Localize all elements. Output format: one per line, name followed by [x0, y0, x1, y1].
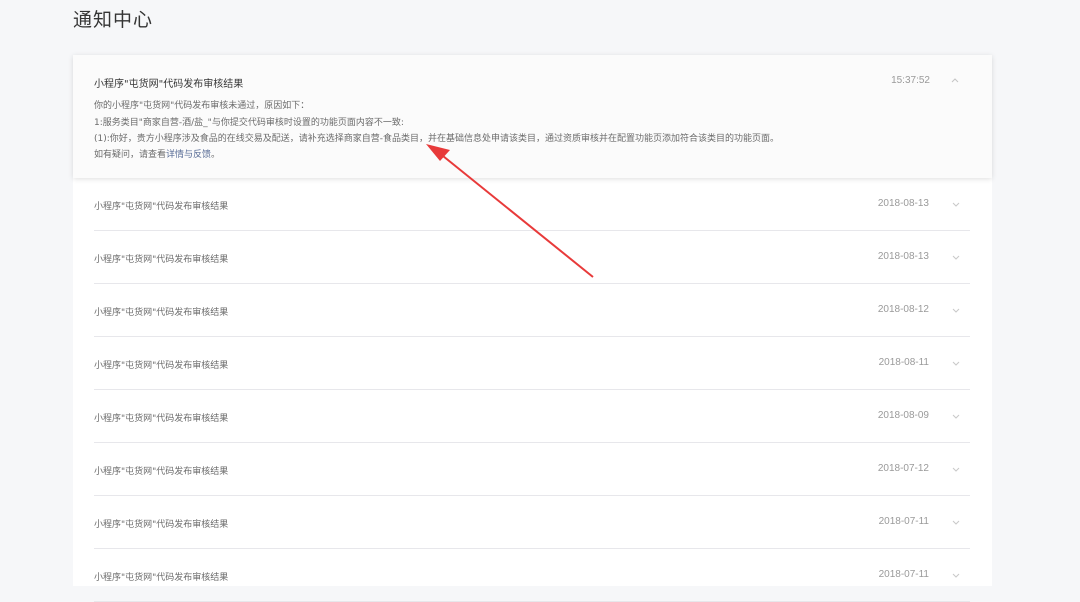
notification-list: 小程序"屯货网"代码发布审核结果 15:37:52 你的小程序"屯货网"代码发布…: [73, 55, 992, 602]
notification-item-expanded[interactable]: 小程序"屯货网"代码发布审核结果 15:37:52 你的小程序"屯货网"代码发布…: [73, 55, 992, 178]
notification-row-title: 小程序"屯货网"代码发布审核结果: [94, 467, 229, 477]
notification-body-line: 1:服务类目"商家自营-酒/盐_"与你提交代码审核时设置的功能页面内容不一致:: [94, 118, 404, 128]
chevron-down-icon[interactable]: [952, 202, 960, 208]
notification-body-line: 你的小程序"屯货网"代码发布审核未通过，原因如下：: [94, 101, 310, 111]
chevron-down-icon[interactable]: [952, 520, 960, 526]
notification-row-title: 小程序"屯货网"代码发布审核结果: [94, 414, 229, 424]
notification-row-date: 2018-07-11: [878, 516, 929, 527]
notification-row-date: 2018-08-09: [877, 410, 929, 421]
help-suffix: 。: [211, 150, 221, 160]
help-prefix: 如有疑问，请查看: [94, 150, 167, 160]
details-feedback-link[interactable]: 详情与反馈: [166, 150, 211, 160]
notification-row-title: 小程序"屯货网"代码发布审核结果: [94, 202, 229, 212]
notification-row[interactable]: 小程序"屯货网"代码发布审核结果 2018-07-12: [94, 443, 970, 496]
notification-help-line: 如有疑问，请查看详情与反馈。: [94, 147, 220, 160]
notification-row-date: 2018-08-11: [878, 357, 929, 368]
notification-row[interactable]: 小程序"屯货网"代码发布审核结果 2018-07-11: [94, 496, 970, 549]
notification-row-title: 小程序"屯货网"代码发布审核结果: [94, 520, 229, 530]
notification-row[interactable]: 小程序"屯货网"代码发布审核结果 2018-07-11: [94, 549, 970, 602]
chevron-down-icon[interactable]: [952, 573, 960, 579]
notification-row-title: 小程序"屯货网"代码发布审核结果: [94, 573, 229, 583]
chevron-down-icon[interactable]: [952, 467, 960, 473]
page-title: 通知中心: [73, 9, 154, 31]
notification-row-title: 小程序"屯货网"代码发布审核结果: [94, 308, 229, 318]
notification-row[interactable]: 小程序"屯货网"代码发布审核结果 2018-08-13: [94, 231, 970, 284]
notification-time: 15:37:52: [891, 75, 930, 86]
notification-row-date: 2018-08-13: [877, 198, 929, 209]
notification-row-date: 2018-07-11: [878, 569, 929, 580]
notification-row-title: 小程序"屯货网"代码发布审核结果: [94, 255, 229, 265]
chevron-down-icon[interactable]: [952, 361, 960, 367]
notification-row[interactable]: 小程序"屯货网"代码发布审核结果 2018-08-11: [94, 337, 970, 390]
notification-row[interactable]: 小程序"屯货网"代码发布审核结果 2018-08-09: [94, 390, 970, 443]
chevron-down-icon[interactable]: [952, 414, 960, 420]
notification-row[interactable]: 小程序"屯货网"代码发布审核结果 2018-08-13: [94, 178, 970, 231]
chevron-down-icon[interactable]: [952, 308, 960, 314]
notification-row-date: 2018-07-12: [877, 463, 929, 474]
notification-row-title: 小程序"屯货网"代码发布审核结果: [94, 361, 229, 371]
notification-title: 小程序"屯货网"代码发布审核结果: [94, 79, 244, 90]
notification-row-date: 2018-08-12: [877, 304, 929, 315]
notification-row[interactable]: 小程序"屯货网"代码发布审核结果 2018-08-12: [94, 284, 970, 337]
chevron-up-icon[interactable]: [951, 77, 959, 83]
notification-body-line: (1):你好，贵方小程序涉及食品的在线交易及配送，请补充选择商家自营-食品类目，…: [94, 134, 780, 144]
notification-row-date: 2018-08-13: [877, 251, 929, 262]
chevron-down-icon[interactable]: [952, 255, 960, 261]
